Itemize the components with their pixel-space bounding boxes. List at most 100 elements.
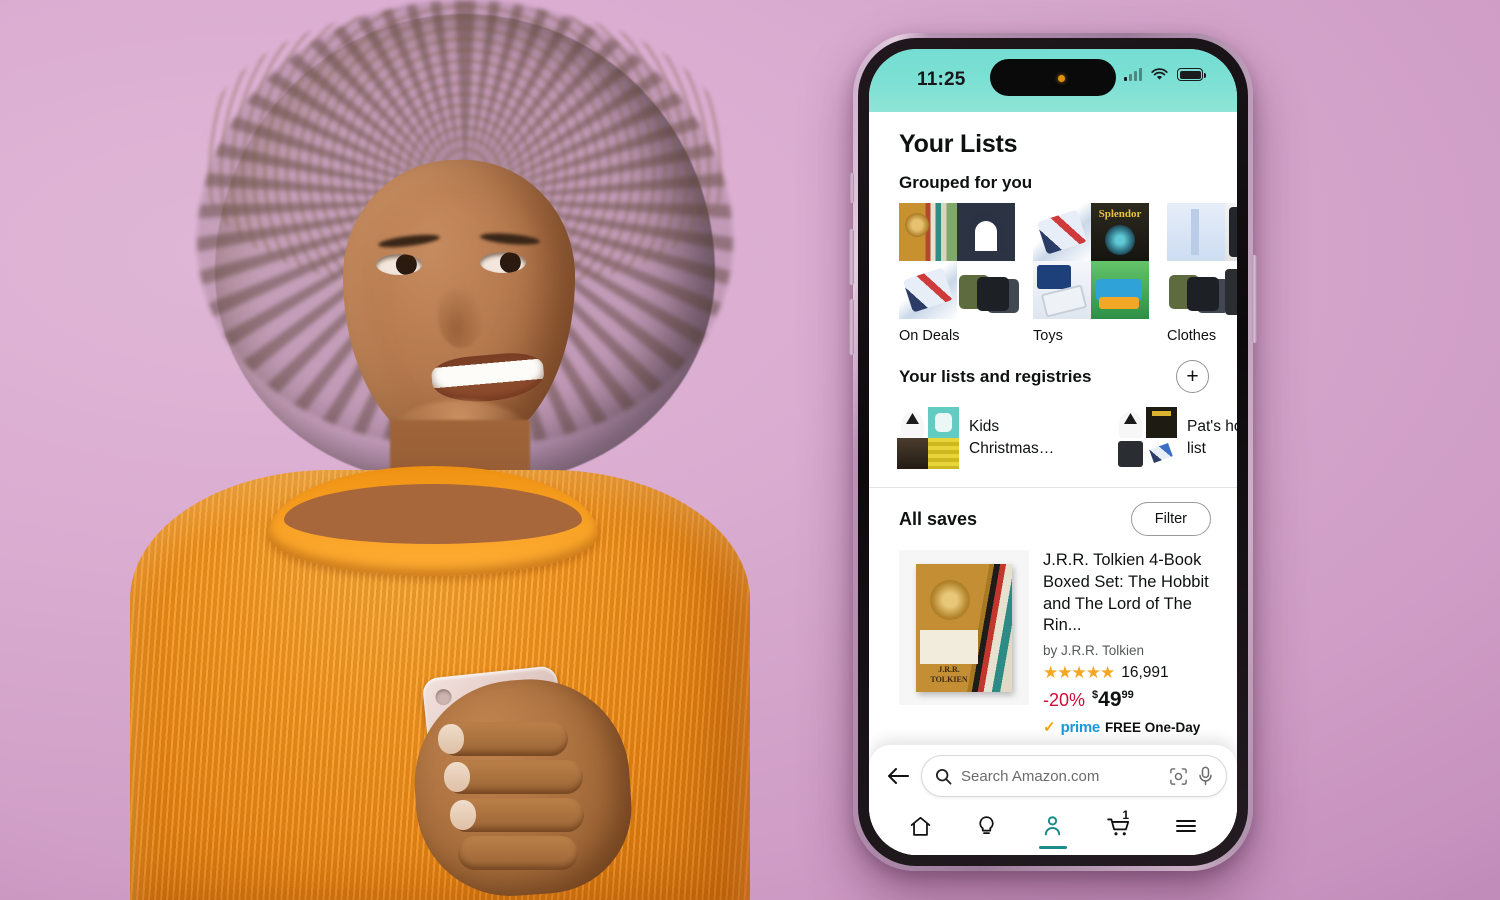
thumbnail-lego-shuttle: [1033, 261, 1091, 319]
tolkien-boxed-set-cover: J.R.R. TOLKIEN: [916, 563, 1012, 692]
nav-item-home[interactable]: [897, 806, 943, 846]
grouped-carousel[interactable]: On Deals Toys: [869, 193, 1237, 344]
page-title: Your Lists: [899, 130, 1018, 158]
power-button[interactable]: [1252, 255, 1257, 343]
group-thumbnails: [899, 203, 1015, 319]
thumbnail-tshirts: [957, 261, 1015, 319]
volume-up-button[interactable]: [849, 229, 854, 285]
product-title[interactable]: J.R.R. Tolkien 4-Book Boxed Set: The Hob…: [1043, 550, 1213, 637]
grouped-heading: Grouped for you: [899, 173, 1033, 192]
group-card-toys[interactable]: Toys: [1033, 203, 1149, 344]
thumbnail-dinosaur-truck: [1091, 261, 1149, 319]
lists-registries-header: Your lists and registries +: [869, 344, 1237, 393]
search-input[interactable]: [961, 767, 1160, 785]
mute-switch[interactable]: [850, 173, 854, 203]
product-details: J.R.R. Tolkien 4-Book Boxed Set: The Hob…: [1043, 550, 1213, 774]
thumbnail-dark-item: [897, 438, 928, 469]
list-label: Pat's holiday list: [1187, 417, 1237, 457]
product-image[interactable]: J.R.R. TOLKIEN: [899, 550, 1029, 705]
cart-badge-count: 1: [1122, 808, 1130, 822]
list-thumbnails: [1115, 407, 1177, 469]
model-photo: [60, 0, 760, 900]
group-card-on-deals[interactable]: On Deals: [899, 203, 1015, 344]
thumbnail-cap: [897, 407, 928, 438]
price-whole: 49: [1098, 688, 1122, 712]
dynamic-island: [990, 59, 1116, 96]
fingernail: [438, 724, 464, 754]
fingernail: [444, 762, 470, 792]
discount-badge: -20%: [1043, 690, 1086, 711]
search-bar[interactable]: [921, 755, 1227, 797]
prime-label: prime: [1060, 718, 1101, 736]
camera-lens-icon[interactable]: [1169, 767, 1188, 786]
status-bar: 11:25: [869, 49, 1237, 112]
thumbnail-gundam-model: [1033, 203, 1091, 261]
product-rating[interactable]: ★★★★★ 16,991: [1043, 663, 1213, 683]
search-row: [869, 755, 1237, 797]
battery-icon: [1177, 68, 1206, 81]
eye-left: [376, 254, 422, 275]
microphone-icon[interactable]: [1197, 766, 1214, 786]
search-icon: [935, 768, 952, 784]
cellular-bars-icon: [1124, 68, 1142, 81]
group-card-clothes[interactable]: Clothes: [1167, 203, 1237, 344]
bottom-bar: 1: [869, 745, 1237, 855]
list-item[interactable]: Kids Christmas…: [897, 407, 1065, 469]
status-clock: 11:25: [917, 69, 966, 90]
add-list-button[interactable]: +: [1176, 360, 1209, 393]
back-arrow-icon[interactable]: [885, 763, 911, 789]
person-icon: [1045, 815, 1061, 835]
nose: [438, 284, 484, 348]
thumbnail-yellow-item: [928, 438, 959, 469]
volume-down-button[interactable]: [849, 299, 854, 355]
hamburger-menu-icon: [1175, 820, 1196, 832]
product-price-row: -20% $4999: [1043, 688, 1213, 712]
filter-button[interactable]: Filter: [1130, 502, 1211, 536]
phone-screen: 11:25 Your Lists Grouped for you On Deal…: [869, 49, 1237, 855]
thumbnail-splendor-game: [1091, 203, 1149, 261]
lists-registries-heading: Your lists and registries: [899, 366, 1092, 386]
saved-product-card[interactable]: J.R.R. TOLKIEN J.R.R. Tolkien 4-Book Box…: [869, 536, 1237, 774]
nav-item-account[interactable]: [1030, 806, 1076, 849]
star-rating-icon: ★★★★★: [1043, 663, 1115, 683]
phone-bezel: 11:25 Your Lists Grouped for you On Deal…: [858, 38, 1248, 866]
nav-item-menu[interactable]: [1163, 806, 1209, 846]
lists-registries-carousel[interactable]: Kids Christmas… Pat's holiday list: [869, 393, 1237, 469]
list-thumbnails: [897, 407, 959, 469]
wifi-icon: [1151, 68, 1168, 80]
thumbnail-books: [899, 203, 957, 261]
thumbnail-gundam-model: [899, 261, 957, 319]
scroll-container[interactable]: Your Lists Grouped for you On Deals Sple…: [869, 112, 1237, 774]
prime-check-icon: ✓: [1043, 719, 1056, 737]
product-author: by J.R.R. Tolkien: [1043, 643, 1145, 659]
list-item[interactable]: Pat's holiday list: [1115, 407, 1237, 469]
thumbnail-blue-shirt: [1167, 203, 1225, 261]
thumbnail-model-dark-top: [1225, 203, 1237, 261]
active-tab-indicator: [1038, 845, 1067, 849]
cover-author-text: J.R.R. TOLKIEN: [930, 664, 968, 684]
group-label: On Deals: [899, 328, 960, 344]
finger: [458, 836, 578, 870]
camera-indicator-dot: [1058, 75, 1065, 82]
thumbnail-mint-box: [928, 407, 959, 438]
prime-row: ✓ prime FREE One-Day: [1043, 718, 1213, 737]
nav-item-ideas[interactable]: [964, 806, 1010, 846]
group-thumbnails: [1033, 203, 1149, 319]
thumbnail-cap: [1115, 407, 1146, 438]
bottom-navigation: 1: [869, 797, 1237, 855]
thumbnail-splendor-game: [1146, 407, 1177, 438]
thumbnail-tshirts: [1167, 261, 1225, 319]
fingernail: [450, 800, 476, 830]
plus-icon: +: [1186, 365, 1199, 388]
home-icon: [910, 816, 930, 836]
rating-count: 16,991: [1121, 664, 1169, 682]
status-indicators: [1124, 68, 1206, 81]
phone-mockup: 11:25 Your Lists Grouped for you On Deal…: [849, 33, 1257, 871]
thumbnail-black-tee: [1115, 438, 1146, 469]
shipping-label: FREE One-Day: [1104, 719, 1201, 735]
nav-item-cart[interactable]: 1: [1096, 806, 1142, 846]
price-amount: $4999: [1092, 688, 1134, 712]
price-cents: 99: [1121, 689, 1134, 702]
group-label: Toys: [1033, 328, 1063, 344]
thumbnail-model-polo: [1225, 261, 1237, 319]
